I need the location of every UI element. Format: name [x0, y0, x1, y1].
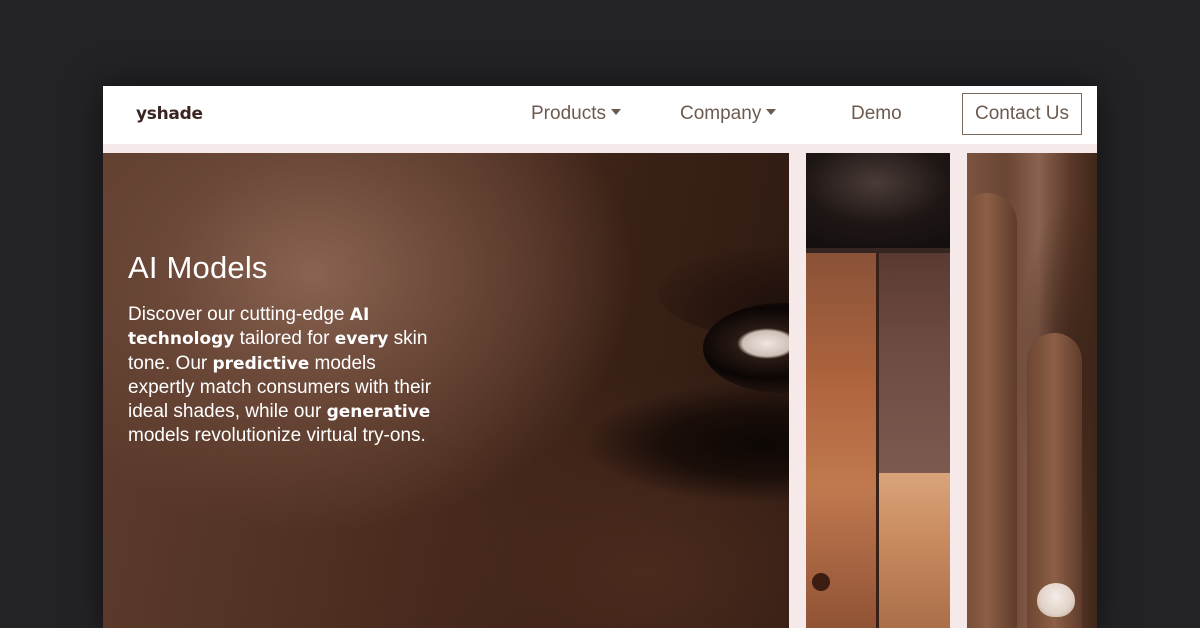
- hero-description-text: models revolutionize virtual try-ons.: [128, 425, 426, 447]
- contact-us-button[interactable]: Contact Us: [962, 93, 1082, 135]
- fingernail-image: [1037, 583, 1075, 617]
- hero-description-emphasis: every: [334, 329, 389, 350]
- skin-strip-left: [806, 253, 878, 628]
- nav-company[interactable]: Company: [680, 103, 777, 125]
- caret-down-icon: [610, 109, 621, 115]
- hero-title: AI Models: [128, 250, 268, 285]
- nav-products-label: Products: [531, 103, 606, 124]
- hero-description-text: Discover our cutting-edge: [128, 304, 350, 325]
- nostril-detail: [812, 573, 830, 591]
- top-navbar: yshade Products Company Demo Contact Us: [103, 86, 1097, 144]
- skin-strip-right-bottom: [878, 473, 950, 628]
- hero-image-hand: [967, 153, 1097, 628]
- hero-description-emphasis: generative: [326, 402, 431, 423]
- hero-image-face: AI Models Discover our cutting-edge AI t…: [103, 153, 789, 628]
- hero-description-emphasis: predictive: [212, 353, 310, 374]
- skin-strip-right-top: [878, 253, 950, 473]
- hero-description-text: tailored for: [234, 328, 335, 350]
- hair-image: [806, 153, 950, 248]
- nav-demo[interactable]: Demo: [851, 103, 902, 125]
- shade-divider: [876, 253, 879, 628]
- nav-company-label: Company: [680, 103, 762, 124]
- nav-products[interactable]: Products: [531, 103, 621, 125]
- hero-image-shades: [806, 153, 950, 628]
- finger-image: [967, 193, 1017, 628]
- caret-down-icon: [766, 109, 777, 115]
- hero-description: Discover our cutting-edge AI technology …: [128, 303, 438, 449]
- brand-logo[interactable]: yshade: [136, 104, 203, 124]
- website-frame: yshade Products Company Demo Contact Us …: [103, 86, 1097, 628]
